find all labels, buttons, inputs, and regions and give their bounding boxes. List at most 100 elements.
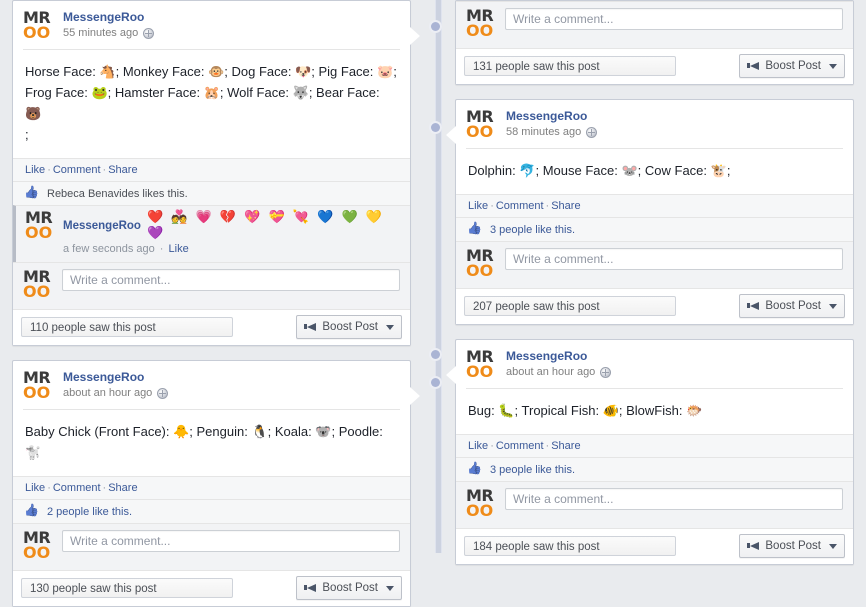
avatar[interactable]: MR OO	[466, 488, 498, 520]
like-button[interactable]: Like	[468, 440, 488, 452]
post-timestamp-row: about an hour ago	[506, 364, 612, 380]
post-notch	[410, 387, 420, 405]
comment-button[interactable]: Comment	[496, 440, 544, 452]
action-separator: ·	[47, 164, 51, 176]
post-actions: Like · Comment · Share	[13, 158, 410, 181]
timeline-feed: MR OO MessengeRoo 55 minutes ago Horse F…	[0, 0, 866, 607]
likes-bar: 3 people like this.	[456, 217, 853, 241]
like-button[interactable]: Like	[25, 164, 45, 176]
comment-input[interactable]	[62, 530, 400, 552]
post-timestamp-row: about an hour ago	[63, 385, 169, 401]
post-card: MR OO MessengeRoo 55 minutes ago Horse F…	[12, 0, 420, 346]
post-body: Dolphin: 🐬; Mouse Face: 🐭; Cow Face: 🐮;	[456, 149, 853, 194]
post-author-link[interactable]: MessengeRoo	[506, 109, 587, 124]
likes-text[interactable]: 3 people like this.	[490, 464, 575, 476]
right-column: MR OO 131 people saw this post Boost Pos…	[443, 0, 866, 565]
comment-input[interactable]	[505, 248, 843, 270]
timeline-dot	[431, 123, 440, 132]
comment-button[interactable]: Comment	[53, 482, 101, 494]
chevron-down-icon	[386, 585, 394, 591]
likes-text[interactable]: 2 people like this.	[47, 506, 132, 518]
likes-text[interactable]: 3 people like this.	[490, 224, 575, 236]
post-body: Baby Chick (Front Face): 🐥; Penguin: 🐧; …	[13, 410, 410, 476]
likes-text[interactable]: Rebeca Benavides likes this.	[47, 188, 188, 200]
avatar[interactable]: MR OO	[466, 8, 498, 40]
comment-composer: MR OO	[456, 1, 853, 48]
avatar[interactable]: MR OO	[466, 248, 498, 280]
post-header: MR OO MessengeRoo about an hour ago	[456, 340, 853, 381]
reach-box[interactable]: 207 people saw this post	[464, 296, 676, 316]
avatar[interactable]: MR OO	[466, 109, 500, 141]
post-insights: 110 people saw this post Boost Post	[13, 309, 410, 345]
boost-post-button[interactable]: Boost Post	[739, 534, 845, 558]
timeline-dot	[431, 350, 440, 359]
boost-post-button[interactable]: Boost Post	[739, 54, 845, 78]
post-text-line-2: Frog Face: 🐸; Hamster Face: 🐹; Wolf Face…	[25, 85, 380, 121]
boost-post-label: Boost Post	[765, 60, 821, 72]
post-author-link[interactable]: MessengeRoo	[63, 370, 144, 385]
thumbs-up-icon	[468, 463, 482, 476]
thumbs-up-icon	[25, 187, 39, 200]
globe-icon[interactable]	[157, 387, 169, 399]
comment-like-button[interactable]: Like	[169, 243, 189, 255]
comment-author-link[interactable]: MessengeRoo	[63, 219, 141, 234]
avatar-bottom-text: OO	[466, 21, 494, 40]
post-timestamp[interactable]: about an hour ago	[506, 364, 595, 380]
boost-post-label: Boost Post	[765, 540, 821, 552]
globe-icon[interactable]	[586, 126, 598, 138]
comment-input[interactable]	[505, 488, 843, 510]
globe-icon[interactable]	[600, 366, 612, 378]
post-timestamp[interactable]: 55 minutes ago	[63, 25, 138, 41]
post-text-line-1: Horse Face: 🐴; Monkey Face: 🐵; Dog Face:…	[25, 64, 397, 79]
avatar-bottom-text: OO	[23, 23, 51, 42]
reach-box[interactable]: 110 people saw this post	[21, 317, 233, 337]
avatar-bottom-text: OO	[466, 122, 494, 141]
chevron-down-icon	[829, 63, 837, 69]
comment-input[interactable]	[505, 8, 843, 30]
post-timestamp[interactable]: about an hour ago	[63, 385, 152, 401]
avatar[interactable]: MR OO	[23, 370, 57, 402]
post-insights: 130 people saw this post Boost Post	[13, 570, 410, 606]
thumbs-up-icon	[468, 223, 482, 236]
boost-post-button[interactable]: Boost Post	[296, 315, 402, 339]
boost-post-button[interactable]: Boost Post	[739, 294, 845, 318]
avatar-bottom-text: OO	[23, 543, 51, 562]
chevron-down-icon	[829, 543, 837, 549]
post-header: MR OO MessengeRoo 58 minutes ago	[456, 100, 853, 141]
comment-timestamp[interactable]: a few seconds ago	[63, 243, 155, 255]
avatar[interactable]: MR OO	[23, 530, 55, 562]
comment-button[interactable]: Comment	[53, 164, 101, 176]
share-button[interactable]: Share	[108, 164, 137, 176]
like-button[interactable]: Like	[25, 482, 45, 494]
post-card: MR OO 131 people saw this post Boost Pos…	[455, 0, 854, 85]
like-button[interactable]: Like	[468, 200, 488, 212]
reach-box[interactable]: 130 people saw this post	[21, 578, 233, 598]
reach-box[interactable]: 131 people saw this post	[464, 56, 676, 76]
avatar-bottom-text: OO	[25, 223, 53, 242]
globe-icon[interactable]	[143, 27, 155, 39]
comment-button[interactable]: Comment	[496, 200, 544, 212]
post-timestamp[interactable]: 58 minutes ago	[506, 124, 581, 140]
post-author-link[interactable]: MessengeRoo	[63, 10, 144, 25]
post-timestamp-row: 55 minutes ago	[63, 25, 155, 41]
megaphone-icon	[304, 322, 317, 333]
post-body: Bug: 🐛; Tropical Fish: 🐠; BlowFish: 🐡	[456, 389, 853, 434]
share-button[interactable]: Share	[108, 482, 137, 494]
avatar[interactable]: MR OO	[23, 269, 55, 301]
comment-composer: MR OO	[456, 481, 853, 528]
comment-input[interactable]	[62, 269, 400, 291]
share-button[interactable]: Share	[551, 440, 580, 452]
post-notch	[410, 27, 420, 45]
avatar[interactable]: MR OO	[23, 10, 57, 42]
megaphone-icon	[747, 61, 760, 72]
boost-post-label: Boost Post	[765, 300, 821, 312]
post-notch	[446, 366, 456, 384]
avatar-bottom-text: OO	[466, 501, 494, 520]
share-button[interactable]: Share	[551, 200, 580, 212]
post-actions: Like · Comment · Share	[456, 434, 853, 457]
avatar[interactable]: MR OO	[25, 210, 57, 242]
avatar[interactable]: MR OO	[466, 349, 500, 381]
boost-post-button[interactable]: Boost Post	[296, 576, 402, 600]
post-author-link[interactable]: MessengeRoo	[506, 349, 587, 364]
reach-box[interactable]: 184 people saw this post	[464, 536, 676, 556]
